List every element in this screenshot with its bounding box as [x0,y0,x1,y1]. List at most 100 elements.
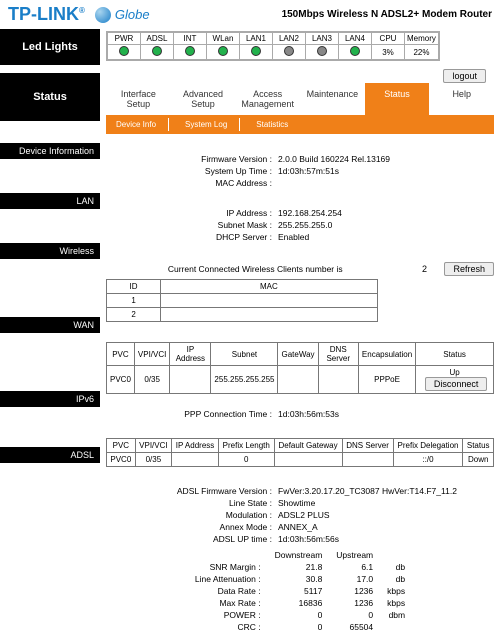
led-col: ADSL [141,33,174,45]
led-dot-icon [218,46,228,56]
led-dot-icon [284,46,294,56]
sub-tabs: Device Info System Log Statistics [106,115,494,134]
ppp-time-label: PPP Connection Time : [106,409,276,419]
tab-advanced-setup[interactable]: Advanced Setup [171,83,236,115]
led-cell [273,45,306,60]
table-row: SNR Margin :21.86.1db [189,562,411,572]
section-lan: LAN [0,193,100,209]
tab-interface-setup[interactable]: Interface Setup [106,83,171,115]
partner-text: Globe [115,7,150,22]
led-col: LAN1 [240,33,273,45]
led-cell [141,45,174,60]
tab-maintenance[interactable]: Maintenance [300,83,365,115]
section-adsl: ADSL [0,447,100,463]
wireless-clients-count: 2 [404,264,444,274]
main-tabs: Interface SetupAdvanced SetupAccess Mana… [106,83,494,115]
adsl-line-label: Line State : [106,498,276,508]
led-cell [174,45,207,60]
subtab-statistics[interactable]: Statistics [250,118,294,131]
led-col: CPU [372,33,405,45]
table-row: Line Attenuation :30.817.0db [189,574,411,584]
sidebar-status[interactable]: Status [0,73,100,121]
tab-status[interactable]: Status [365,83,430,115]
uptime-label: System Up Time : [106,166,276,176]
table-row: 2 [107,308,378,322]
adsl-mod: ADSL2 PLUS [276,510,330,520]
table-row: CRC :065504 [189,622,411,632]
led-col: INT [174,33,207,45]
led-col: PWR [108,33,141,45]
led-col: LAN4 [339,33,372,45]
header: TP-LINK® Globe 150Mbps Wireless N ADSL2+… [0,0,500,29]
lan-ip-label: IP Address : [106,208,276,218]
table-row: 1 [107,294,378,308]
adsl-fw: FwVer:3.20.17.20_TC3087 HwVer:T14.F7_11.… [276,486,457,496]
table-row: Max Rate :168361236kbps [189,598,411,608]
fw-version-label: Firmware Version : [106,154,276,164]
ipv6-table: PVCVPI/VCIIP AddressPrefix LengthDefault… [106,438,494,467]
adsl-up: 1d:03h:56m:56s [276,534,339,544]
adsl-line: Showtime [276,498,315,508]
led-cell [108,45,141,60]
product-name: 150Mbps Wireless N ADSL2+ Modem Router [282,9,492,20]
led-cell [339,45,372,60]
led-cell [207,45,240,60]
adsl-mod-label: Modulation : [106,510,276,520]
table-row: Data Rate :51171236kbps [189,586,411,596]
tab-help[interactable]: Help [429,83,494,115]
adsl-up-label: ADSL UP time : [106,534,276,544]
mac-label: MAC Address : [106,178,276,188]
disconnect-button[interactable]: Disconnect [425,377,488,391]
led-dot-icon [350,46,360,56]
refresh-button[interactable]: Refresh [444,262,494,276]
led-dot-icon [152,46,162,56]
wireless-clients-label: Current Connected Wireless Clients numbe… [106,264,404,274]
fw-version: 2.0.0 Build 160224 Rel.13169 [276,154,390,164]
led-cell: 22% [405,45,439,60]
led-cell: 3% [372,45,405,60]
col-mac: MAC [161,280,377,294]
led-col: LAN3 [306,33,339,45]
led-dot-icon [185,46,195,56]
section-device-info: Device Information [0,143,100,159]
brand-logo: TP-LINK® [8,4,85,25]
led-panel: PWRADSLINTWLanLAN1LAN2LAN3LAN4CPUMemory3… [106,31,440,61]
led-col: WLan [207,33,240,45]
lan-mask: 255.255.255.0 [276,220,332,230]
section-wan: WAN [0,317,100,333]
globe-icon [95,7,111,23]
lan-dhcp-label: DHCP Server : [106,232,276,242]
lan-ip: 192.168.254.254 [276,208,342,218]
col-id: ID [107,280,161,294]
led-dot-icon [119,46,129,56]
lan-dhcp: Enabled [276,232,309,242]
sidebar-led-lights[interactable]: Led Lights [0,29,100,65]
wan-table: PVCVPI/VCIIP AddressSubnetGateWayDNS Ser… [106,342,494,394]
led-dot-icon [251,46,261,56]
wireless-clients-table: IDMAC 1 2 [106,279,378,322]
partner-logo: Globe [95,7,150,23]
content: PWRADSLINTWLanLAN1LAN2LAN3LAN4CPUMemory3… [100,29,500,634]
table-row: PVC00/350::/0Down [107,453,494,467]
led-cell [306,45,339,60]
sidebar: Led Lights Status Device Information LAN… [0,29,100,634]
ppp-time: 1d:03h:56m:53s [276,409,339,419]
table-row: POWER :00dbm [189,610,411,620]
adsl-stats-table: DownstreamUpstreamSNR Margin :21.86.1dbL… [187,548,413,634]
tab-access-management[interactable]: Access Management [235,83,300,115]
table-row: PVC00/35255.255.255.255PPPoEUpDisconnect [107,366,494,394]
led-cell [240,45,273,60]
lan-mask-label: Subnet Mask : [106,220,276,230]
subtab-system-log[interactable]: System Log [179,118,240,131]
adsl-annex-label: Annex Mode : [106,522,276,532]
logout-button[interactable]: logout [443,69,486,83]
led-col: LAN2 [273,33,306,45]
mac-address [276,178,278,188]
uptime: 1d:03h:57m:51s [276,166,339,176]
section-ipv6: IPv6 [0,391,100,407]
adsl-annex: ANNEX_A [276,522,318,532]
subtab-device-info[interactable]: Device Info [110,118,169,131]
led-dot-icon [317,46,327,56]
led-col: Memory [405,33,439,45]
section-wireless: Wireless [0,243,100,259]
